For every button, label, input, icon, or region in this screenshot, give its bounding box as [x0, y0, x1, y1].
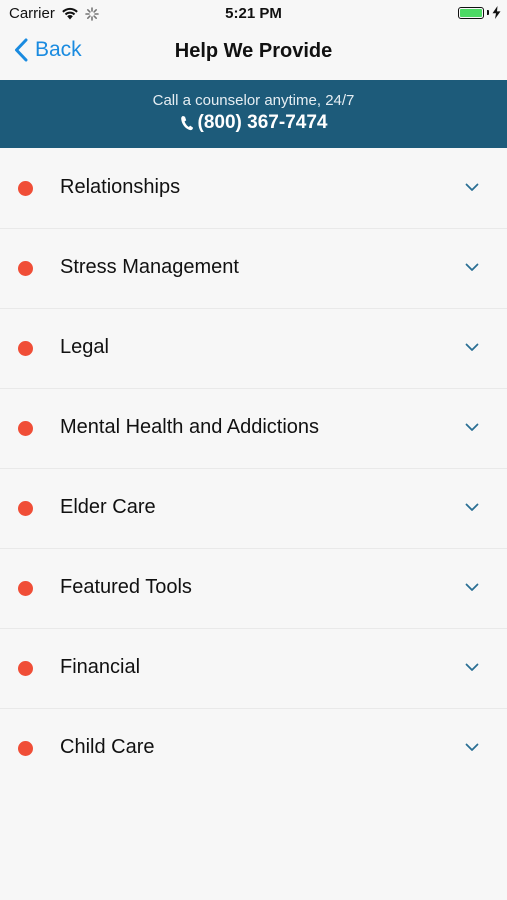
banner-text: Call a counselor anytime, 24/7 [152, 92, 355, 109]
bullet-dot [18, 581, 33, 596]
chevron-down-icon[interactable] [465, 583, 479, 592]
list-item-label: Featured Tools [60, 576, 192, 598]
list-item-label: Relationships [60, 176, 181, 198]
battery-indicator [458, 6, 501, 19]
battery-cap [487, 10, 489, 15]
phone-icon [180, 116, 193, 131]
bullet-dot [18, 261, 33, 276]
phone-link[interactable]: (800) 367-7474 [0, 112, 507, 134]
list-item-label: Child Care [60, 736, 155, 758]
list-item-featured-tools[interactable]: Featured Tools [0, 549, 507, 629]
chevron-down-icon[interactable] [465, 423, 479, 432]
counselor-banner: Call a counselor anytime, 24/7 (800) 367… [0, 80, 507, 148]
list-item-elder-care[interactable]: Elder Care [0, 469, 507, 549]
list-item-relationships[interactable]: Relationships [0, 149, 507, 229]
list-item-stress-management[interactable]: Stress Management [0, 229, 507, 309]
chevron-down-icon[interactable] [465, 663, 479, 672]
charging-bolt-icon [492, 6, 501, 19]
bullet-dot [18, 501, 33, 516]
list-item-label: Legal [60, 336, 109, 358]
list-item-financial[interactable]: Financial [0, 629, 507, 709]
help-topics-list: Relationships Stress Management Legal Me… [0, 149, 507, 788]
status-time: 5:21 PM [225, 5, 282, 22]
chevron-down-icon[interactable] [465, 503, 479, 512]
status-bar: Carrier 5:21 PM [0, 0, 507, 28]
list-item-mental-health[interactable]: Mental Health and Addictions [0, 389, 507, 469]
bullet-dot [18, 341, 33, 356]
battery-icon [458, 6, 484, 19]
chevron-down-icon[interactable] [465, 743, 479, 752]
chevron-down-icon[interactable] [465, 343, 479, 352]
list-item-label: Financial [60, 656, 141, 678]
battery-level [460, 8, 482, 17]
list-item-label: Elder Care [60, 496, 156, 518]
page-title: Help We Provide [174, 40, 333, 62]
phone-number: (800) 367-7474 [197, 112, 328, 133]
bullet-dot [18, 181, 33, 196]
chevron-down-icon[interactable] [465, 263, 479, 272]
list-item-legal[interactable]: Legal [0, 309, 507, 389]
navigation-bar: Back Help We Provide [0, 28, 507, 80]
list-item-label: Stress Management [60, 256, 239, 278]
bullet-dot [18, 421, 33, 436]
chevron-down-icon[interactable] [465, 183, 479, 192]
list-item-label: Mental Health and Addictions [60, 416, 320, 438]
list-item-child-care[interactable]: Child Care [0, 709, 507, 788]
bullet-dot [18, 741, 33, 756]
bullet-dot [18, 661, 33, 676]
